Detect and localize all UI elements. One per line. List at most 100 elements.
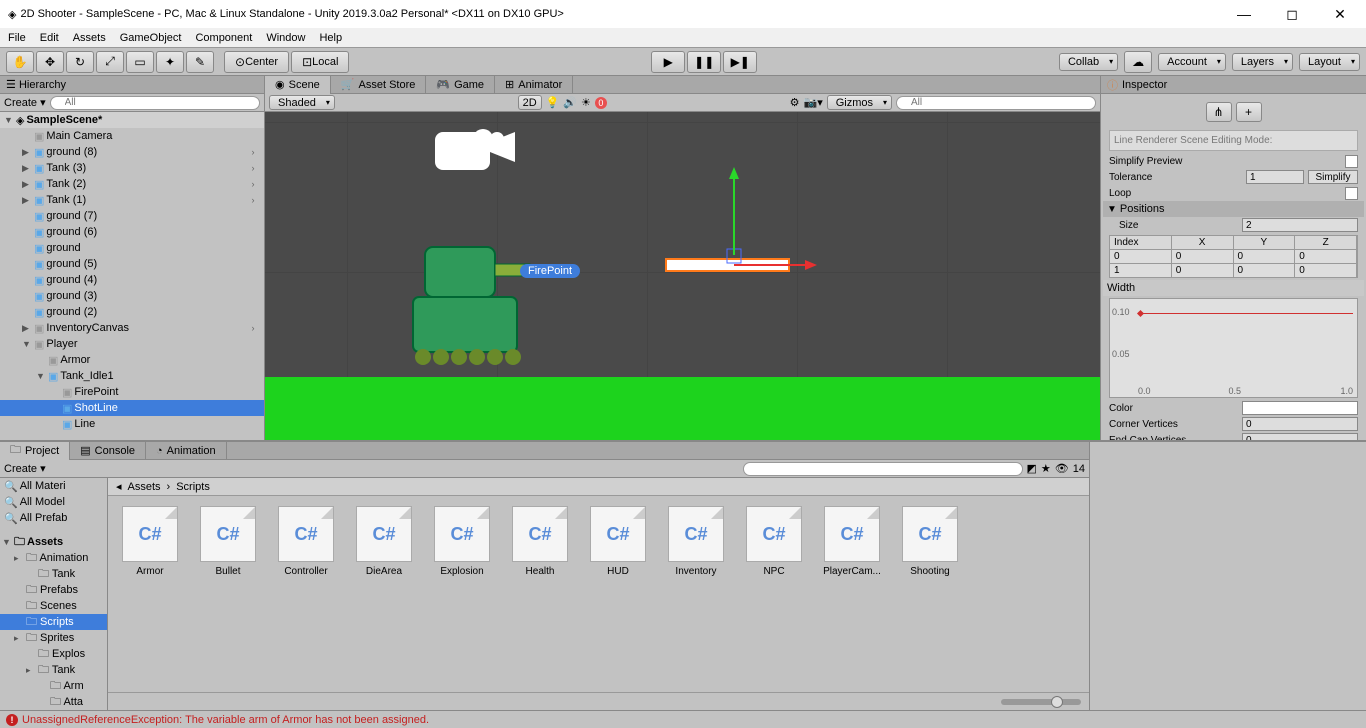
positions-header[interactable]: ▼ Positions: [1103, 201, 1364, 217]
script-asset[interactable]: C#Armor: [118, 506, 182, 577]
script-asset[interactable]: C#HUD: [586, 506, 650, 577]
hierarchy-item[interactable]: ▣ Armor: [0, 352, 264, 368]
tab-asset-store[interactable]: 🛒Asset Store: [331, 76, 427, 94]
hierarchy-item[interactable]: ▶▣ Tank (2)›: [0, 176, 264, 192]
close-button[interactable]: ✕: [1322, 6, 1358, 23]
tolerance-field[interactable]: [1246, 170, 1304, 184]
hierarchy-item[interactable]: ▣ FirePoint: [0, 384, 264, 400]
bc-assets[interactable]: Assets: [128, 481, 161, 493]
hierarchy-search[interactable]: [50, 96, 260, 110]
effects-toggle[interactable]: ☀: [581, 96, 591, 109]
camera-icon[interactable]: 📷▾: [804, 96, 823, 109]
gizmos-dropdown[interactable]: Gizmos: [827, 95, 892, 110]
scene-root[interactable]: ▼◈ SampleScene*: [0, 112, 264, 128]
edit-points-button[interactable]: ⋔: [1206, 102, 1232, 122]
breadcrumb[interactable]: ◂ Assets › Scripts: [108, 478, 1089, 496]
favorite-button[interactable]: ★: [1041, 462, 1051, 475]
scene-search[interactable]: [896, 96, 1096, 110]
menu-help[interactable]: Help: [319, 32, 342, 44]
script-asset[interactable]: C#Bullet: [196, 506, 260, 577]
thumbnail-size-slider[interactable]: [1001, 699, 1081, 705]
play-button[interactable]: ▶: [651, 51, 685, 73]
color-gradient[interactable]: [1242, 401, 1358, 415]
pivot-center-toggle[interactable]: ⊙ Center: [224, 51, 289, 73]
custom-tool[interactable]: ✎: [186, 51, 214, 73]
width-curve[interactable]: 0.10 0.05 0.0 0.5 1.0: [1109, 298, 1358, 398]
tank-sprite[interactable]: [405, 242, 535, 372]
mode-2d-toggle[interactable]: 2D: [518, 95, 542, 110]
hierarchy-item[interactable]: ▶▣ Tank (3)›: [0, 160, 264, 176]
layers-dropdown[interactable]: Layers: [1232, 53, 1293, 71]
script-asset[interactable]: C#PlayerCam...: [820, 506, 884, 577]
move-tool[interactable]: ✥: [36, 51, 64, 73]
audio-toggle[interactable]: 🔊: [563, 96, 577, 109]
firepoint-label[interactable]: FirePoint: [520, 264, 580, 278]
pivot-local-toggle[interactable]: ⊡ Local: [291, 51, 349, 73]
position-row[interactable]: 1000: [1109, 264, 1358, 278]
menu-assets[interactable]: Assets: [73, 32, 106, 44]
hierarchy-item[interactable]: ▼▣ Tank_Idle1: [0, 368, 264, 384]
hierarchy-item[interactable]: ▣ ground: [0, 240, 264, 256]
script-asset[interactable]: C#Health: [508, 506, 572, 577]
endcap-vertices-field[interactable]: [1242, 433, 1358, 440]
hierarchy-item[interactable]: ▣ ground (5): [0, 256, 264, 272]
hierarchy-item[interactable]: ▣ ground (2): [0, 304, 264, 320]
project-folder[interactable]: 🗀 Atta: [0, 694, 107, 710]
tab-console[interactable]: ▤Console: [70, 442, 146, 460]
rotate-tool[interactable]: ↻: [66, 51, 94, 73]
hierarchy-item[interactable]: ▶▣ InventoryCanvas›: [0, 320, 264, 336]
collab-dropdown[interactable]: Collab: [1059, 53, 1118, 71]
width-header[interactable]: Width: [1103, 280, 1364, 296]
hierarchy-item[interactable]: ▣ ground (3): [0, 288, 264, 304]
hierarchy-item[interactable]: ▣ ground (4): [0, 272, 264, 288]
add-point-button[interactable]: +: [1236, 102, 1262, 122]
bc-back[interactable]: ◂: [116, 480, 122, 493]
script-asset[interactable]: C#Controller: [274, 506, 338, 577]
hierarchy-item[interactable]: ▣ ShotLine: [0, 400, 264, 416]
position-row[interactable]: 0000: [1109, 250, 1358, 264]
simplify-preview-checkbox[interactable]: [1345, 155, 1358, 168]
loop-checkbox[interactable]: [1345, 187, 1358, 200]
maximize-button[interactable]: ◻: [1274, 6, 1310, 23]
transform-tool[interactable]: ✦: [156, 51, 184, 73]
tab-animator[interactable]: ⊞Animator: [495, 76, 573, 94]
rect-tool[interactable]: ▭: [126, 51, 154, 73]
script-asset[interactable]: C#Inventory: [664, 506, 728, 577]
menu-file[interactable]: File: [8, 32, 26, 44]
project-create-dropdown[interactable]: Create ▾: [4, 462, 46, 475]
hidden-toggle[interactable]: 👁: [1055, 462, 1069, 475]
hierarchy-item[interactable]: ▣ Main Camera: [0, 128, 264, 144]
script-asset[interactable]: C#Shooting: [898, 506, 962, 577]
hierarchy-options-icon[interactable]: ☰: [6, 78, 16, 91]
project-folder-tree[interactable]: 🔍All Materi 🔍All Model 🔍All Prefab ▼🗀 As…: [0, 478, 108, 710]
hierarchy-tree[interactable]: ▼◈ SampleScene*▣ Main Camera▶▣ ground (8…: [0, 112, 264, 440]
menu-edit[interactable]: Edit: [40, 32, 59, 44]
hierarchy-item[interactable]: ▣ ground (7): [0, 208, 264, 224]
ground-sprite[interactable]: [265, 377, 1100, 440]
account-dropdown[interactable]: Account: [1158, 53, 1226, 71]
minimize-button[interactable]: —: [1226, 6, 1262, 23]
menu-window[interactable]: Window: [266, 32, 305, 44]
hierarchy-item[interactable]: ▶▣ Tank (1)›: [0, 192, 264, 208]
tab-animation[interactable]: ◔Animation: [146, 442, 227, 460]
step-button[interactable]: ▶❚: [723, 51, 757, 73]
tab-game[interactable]: 🎮Game: [426, 76, 495, 94]
asset-grid[interactable]: C#ArmorC#BulletC#ControllerC#DieAreaC#Ex…: [108, 496, 1089, 692]
layout-dropdown[interactable]: Layout: [1299, 53, 1360, 71]
tab-project[interactable]: 🗀Project: [0, 442, 70, 460]
hand-tool[interactable]: ✋: [6, 51, 34, 73]
project-search[interactable]: [743, 462, 1023, 476]
menu-gameobject[interactable]: GameObject: [120, 32, 182, 44]
script-asset[interactable]: C#Explosion: [430, 506, 494, 577]
simplify-button[interactable]: Simplify: [1308, 170, 1358, 184]
positions-size-field[interactable]: [1242, 218, 1358, 232]
menu-component[interactable]: Component: [195, 32, 252, 44]
create-dropdown[interactable]: Create ▾: [4, 96, 46, 109]
script-asset[interactable]: C#NPC: [742, 506, 806, 577]
scene-view[interactable]: FirePoint: [265, 112, 1100, 440]
corner-vertices-field[interactable]: [1242, 417, 1358, 431]
light-toggle[interactable]: 💡: [546, 96, 560, 109]
scale-tool[interactable]: ⤢: [96, 51, 124, 73]
hierarchy-item[interactable]: ▣ Line: [0, 416, 264, 432]
shading-mode[interactable]: Shaded: [269, 95, 335, 110]
